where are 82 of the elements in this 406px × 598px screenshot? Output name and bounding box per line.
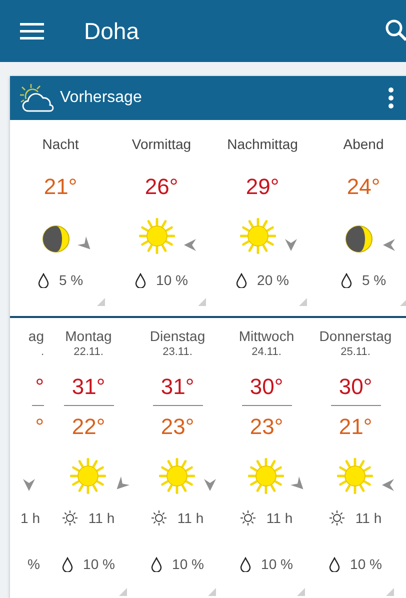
- high-temperature: 31°: [72, 374, 106, 400]
- rain-chance: 5 %: [58, 272, 84, 288]
- day-name: Dienstag: [150, 328, 206, 344]
- low-temperature: 22°: [72, 414, 106, 440]
- wind-arrow-icon: [202, 478, 216, 492]
- rain-chance: 10 %: [350, 556, 382, 572]
- sun-icon: [70, 458, 106, 494]
- day-name: Montag: [65, 328, 112, 344]
- rain-chance: 10 %: [172, 556, 204, 572]
- temperature: 21°: [44, 174, 78, 200]
- high-temperature: 31°: [160, 374, 194, 400]
- day-name: Donnerstag: [319, 328, 392, 344]
- sun-icon: [248, 458, 284, 494]
- sunshine-hours: 11 h: [88, 510, 115, 526]
- temperature: 26°: [144, 174, 178, 200]
- wind-arrow-icon: [22, 478, 36, 492]
- period-label: Nacht: [42, 136, 79, 152]
- sunshine-hours: 1 h: [20, 510, 40, 526]
- sunshine-hours: 11 h: [266, 510, 293, 526]
- raindrop-icon: [151, 556, 162, 572]
- wind-arrow-icon: [382, 238, 396, 252]
- more-options-icon[interactable]: [388, 87, 394, 109]
- expand-corner-icon[interactable]: [386, 588, 394, 596]
- sun-icon: [158, 458, 194, 494]
- period-label: Nachmittag: [227, 136, 298, 152]
- sunshine-icon: [329, 510, 346, 526]
- rain-chance: 10 %: [156, 272, 188, 288]
- low-temperature: 23°: [250, 414, 284, 440]
- sunshine-icon: [240, 510, 256, 526]
- app-title: Doha: [84, 18, 140, 44]
- expand-corner-icon[interactable]: [97, 298, 105, 306]
- day-date: 25.11.: [340, 346, 370, 358]
- rain-chance: %: [28, 556, 40, 572]
- day-date: .: [40, 346, 44, 358]
- rain-chance: 10 %: [83, 556, 115, 572]
- low-temperature: °: [35, 414, 44, 440]
- raindrop-icon: [62, 556, 74, 572]
- high-temperature: 30°: [250, 374, 284, 400]
- wind-arrow-icon: [284, 238, 298, 252]
- raindrop-icon: [340, 272, 352, 288]
- rain-chance: 20 %: [257, 272, 289, 288]
- low-temperature: 23°: [160, 414, 194, 440]
- moon-icon: [40, 224, 70, 254]
- sunshine-icon: [151, 510, 168, 526]
- rain-chance: 5 %: [362, 272, 386, 288]
- period-label: Vormittag: [132, 136, 192, 152]
- wind-arrow-icon: [182, 238, 196, 252]
- sunshine-icon: [62, 510, 78, 526]
- period-label: Abend: [343, 136, 384, 152]
- menu-icon[interactable]: [20, 22, 44, 40]
- sun-icon: [336, 458, 372, 494]
- wind-arrow-icon: [380, 478, 394, 492]
- day-name: ag: [28, 328, 44, 344]
- sunshine-hours: 11 h: [177, 510, 204, 526]
- low-temperature: 21°: [338, 414, 372, 440]
- high-temperature: 30°: [338, 374, 372, 400]
- card-title: Vorhersage: [60, 89, 143, 107]
- rain-chance: 10 %: [261, 556, 293, 572]
- raindrop-icon: [38, 272, 49, 288]
- temperature: 29°: [246, 174, 280, 200]
- day-date: 24.11.: [252, 346, 282, 358]
- search-icon[interactable]: [384, 19, 406, 43]
- moon-icon: [344, 224, 374, 254]
- raindrop-icon: [135, 272, 146, 288]
- sunshine-hours: 11 h: [355, 510, 382, 526]
- day-date: 22.11.: [74, 346, 104, 358]
- raindrop-icon: [240, 556, 252, 572]
- day-name: Mittwoch: [238, 328, 294, 344]
- sun-icon: [138, 218, 174, 254]
- expand-corner-icon[interactable]: [299, 298, 307, 306]
- expand-corner-icon[interactable]: [208, 588, 216, 596]
- temperature: 24°: [346, 174, 380, 200]
- expand-corner-icon[interactable]: [198, 298, 206, 306]
- expand-corner-icon[interactable]: [400, 298, 406, 306]
- expand-corner-icon[interactable]: [297, 588, 305, 596]
- raindrop-icon: [236, 272, 248, 288]
- expand-corner-icon[interactable]: [119, 588, 127, 596]
- sun-cloud-icon: [18, 83, 56, 113]
- raindrop-icon: [329, 556, 340, 572]
- day-date: 23.11.: [162, 346, 192, 358]
- sun-icon: [240, 218, 276, 254]
- high-temperature: °: [35, 374, 44, 400]
